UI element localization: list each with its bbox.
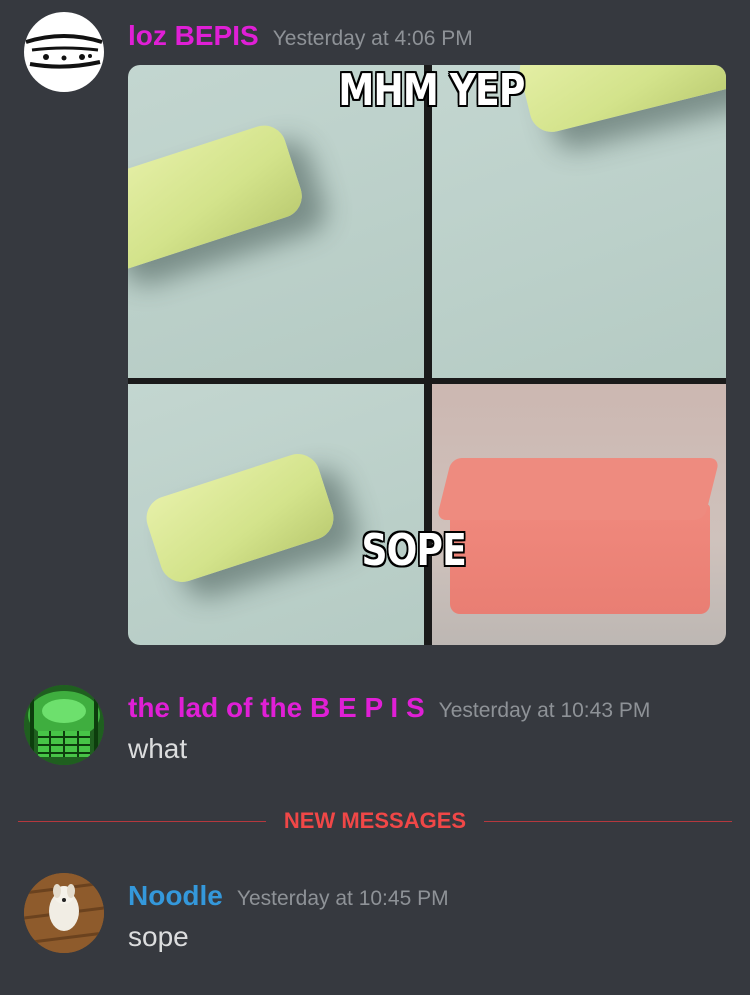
message-2: the lad of the B E P I S Yesterday at 10:…: [0, 680, 750, 780]
dog-photo-icon: [24, 873, 104, 953]
message-content: sope: [128, 921, 189, 952]
pink-soap-top: [436, 458, 720, 520]
scribble-face-icon: [25, 34, 103, 69]
new-messages-divider: NEW MESSAGES: [18, 808, 732, 834]
message-1: loz BEPIS Yesterday at 4:06 PM MHM YEP SO…: [0, 0, 750, 660]
username[interactable]: loz BEPIS: [128, 20, 259, 51]
meme-bottom-text: SOPE: [361, 525, 466, 576]
pink-soap: [450, 504, 710, 614]
timestamp: Yesterday at 10:43 PM: [438, 699, 651, 722]
timestamp: Yesterday at 10:45 PM: [236, 887, 449, 910]
green-soap: [128, 119, 308, 276]
image-attachment[interactable]: MHM YEP SOPE: [128, 65, 726, 645]
message-header: loz BEPIS Yesterday at 4:06 PM: [128, 20, 473, 52]
green-soap: [140, 448, 340, 588]
avatar[interactable]: [24, 12, 104, 92]
green-castle-icon: [24, 685, 104, 765]
avatar[interactable]: [24, 873, 104, 953]
meme-top-text: MHM YEP: [338, 65, 525, 116]
meme-panel-bottom-right: [432, 384, 726, 645]
new-messages-label: NEW MESSAGES: [265, 808, 485, 833]
meme-panel-bottom-left: [128, 384, 424, 645]
timestamp: Yesterday at 4:06 PM: [272, 27, 473, 50]
username[interactable]: Noodle: [128, 880, 223, 911]
message-3: Noodle Yesterday at 10:45 PM sope: [0, 868, 750, 968]
avatar[interactable]: [24, 685, 104, 765]
username[interactable]: the lad of the B E P I S: [128, 692, 425, 723]
message-header: Noodle Yesterday at 10:45 PM: [128, 880, 449, 912]
message-content: what: [128, 733, 188, 764]
message-header: the lad of the B E P I S Yesterday at 10:…: [128, 692, 650, 724]
green-soap: [515, 65, 726, 137]
